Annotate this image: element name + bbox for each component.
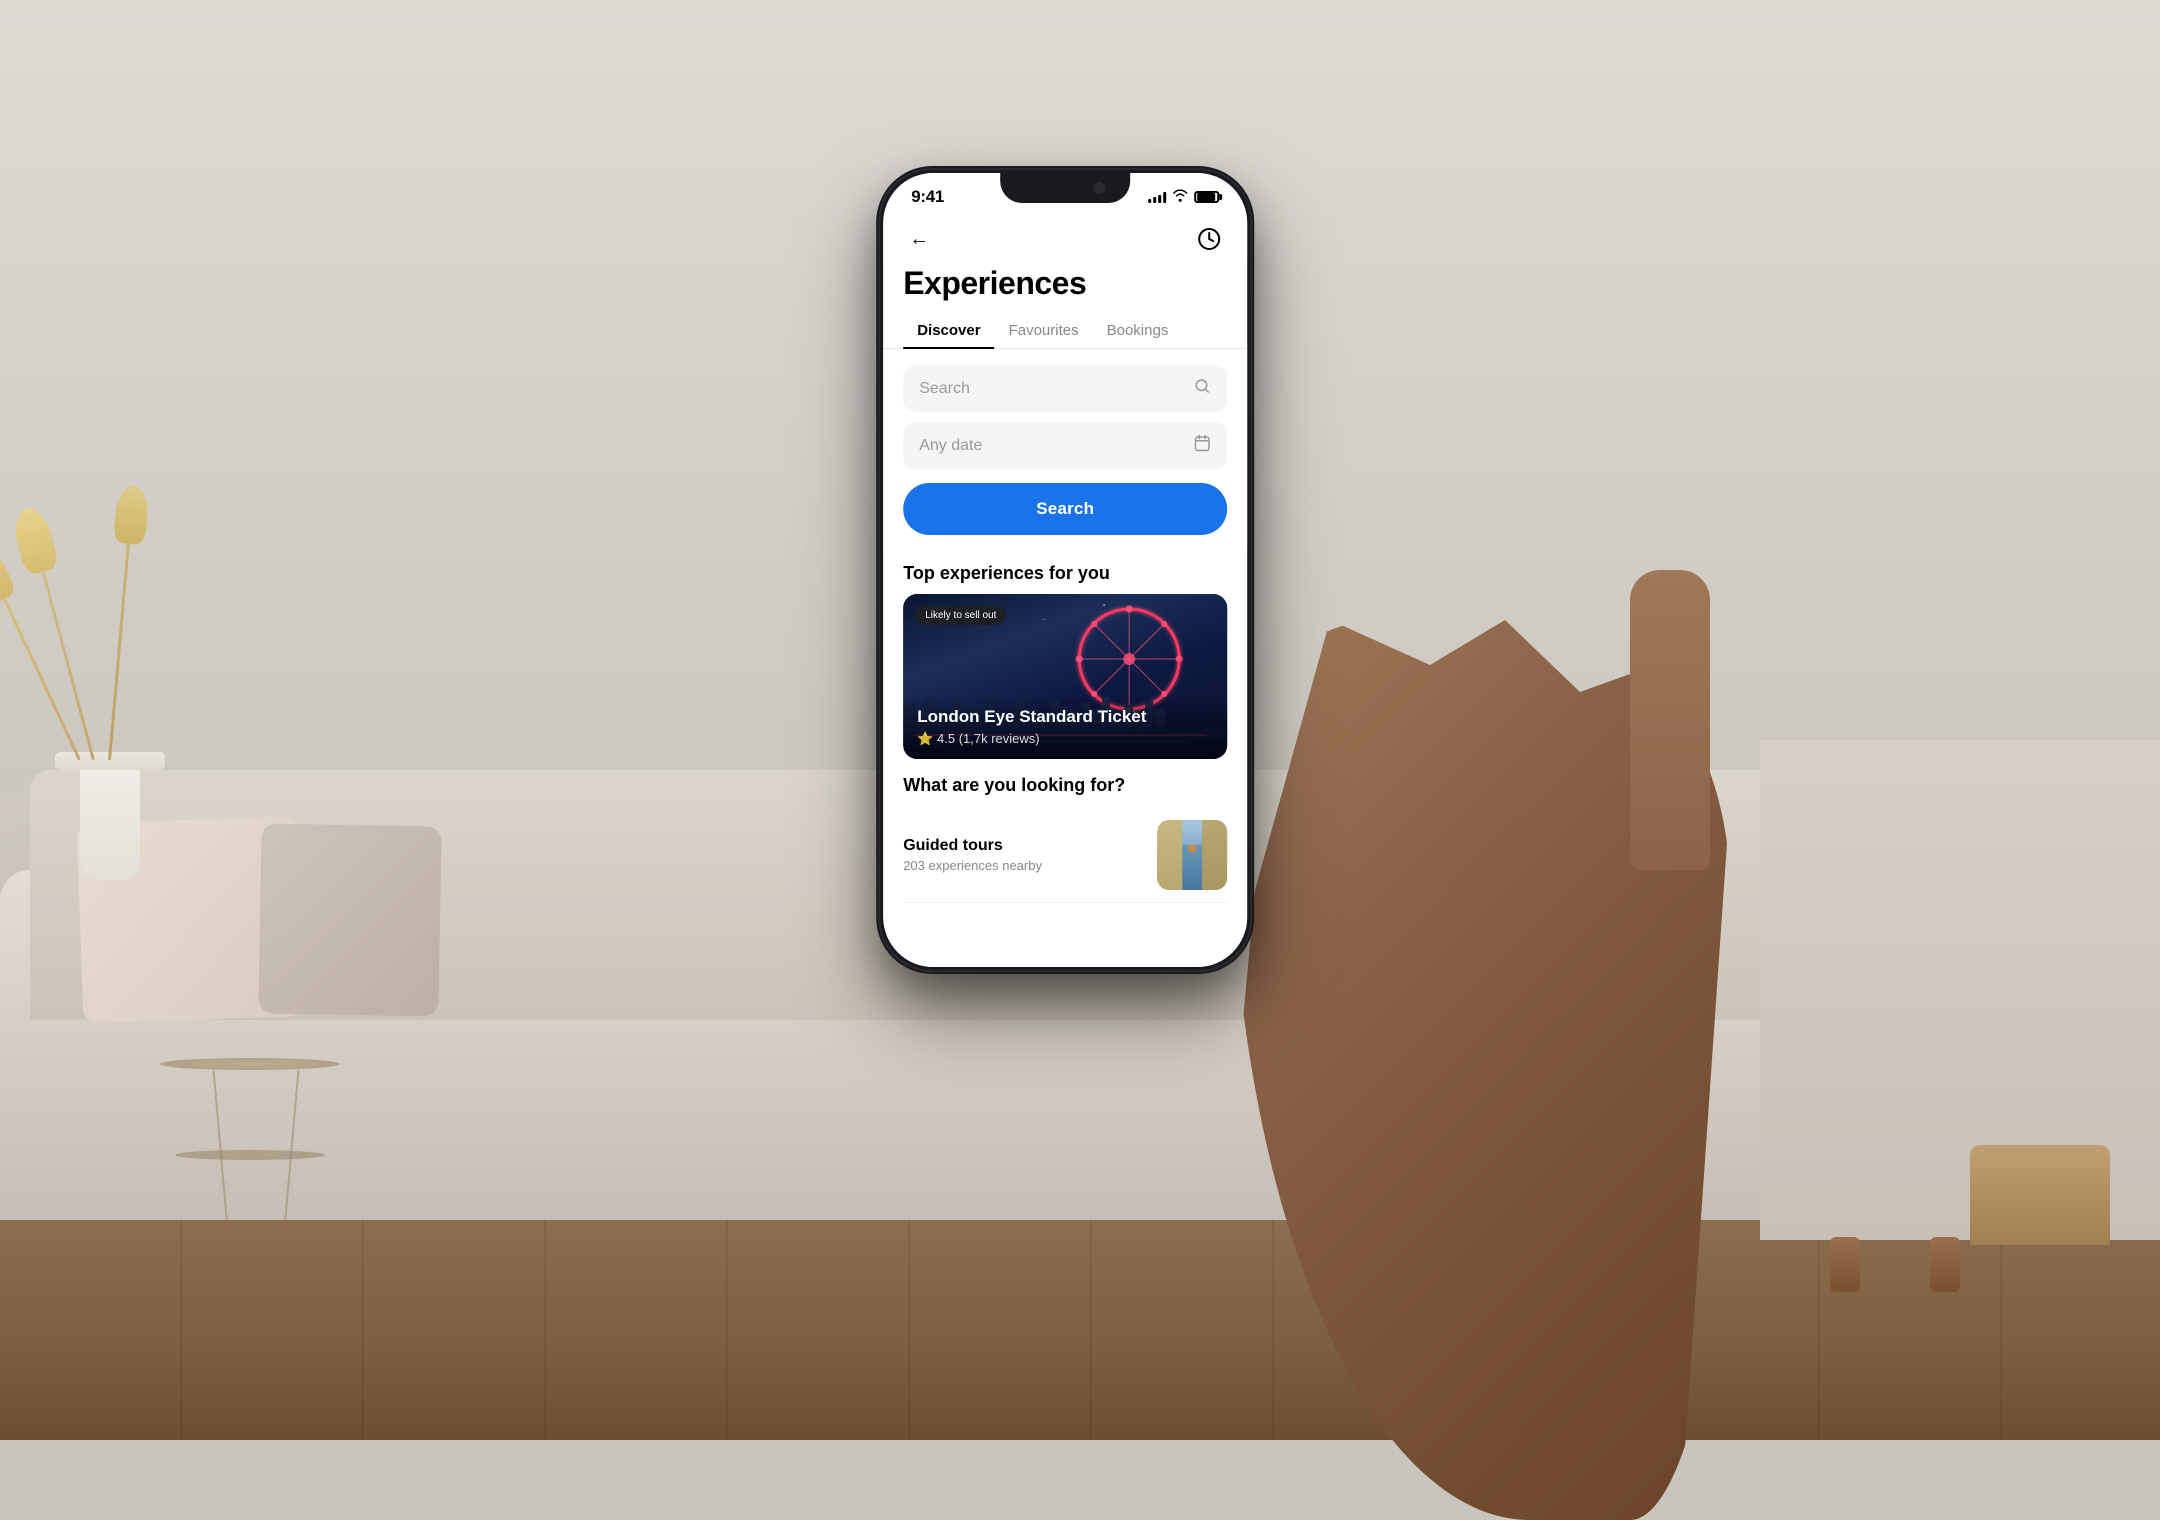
cushion-2	[258, 823, 441, 1016]
sky	[1182, 820, 1202, 845]
card-image: Likely to sell out London Eye Standard T…	[903, 594, 1227, 759]
date-placeholder: Any date	[919, 437, 1193, 455]
card-title: London Eye Standard Ticket	[917, 707, 1213, 727]
battery-fill	[1197, 193, 1215, 201]
building-right	[1202, 820, 1227, 890]
wifi-icon	[1172, 189, 1188, 205]
hand-phone-container: 9:41	[630, 120, 1530, 1320]
notch	[1000, 173, 1130, 203]
sell-out-badge: Likely to sell out	[915, 606, 1006, 625]
status-icons	[1148, 189, 1219, 205]
category-text: Guided tours 203 experiences nearby	[903, 837, 1157, 873]
search-button[interactable]: Search	[903, 483, 1227, 535]
category-image	[1157, 820, 1227, 890]
top-experiences-heading: Top experiences for you	[883, 547, 1247, 594]
experience-card[interactable]: Likely to sell out London Eye Standard T…	[903, 594, 1227, 759]
app-content: ← Experiences Discover Favourites B	[883, 213, 1247, 967]
date-input-wrapper[interactable]: Any date	[903, 422, 1227, 469]
battery-icon	[1194, 191, 1219, 203]
nav-bar: ←	[883, 213, 1247, 261]
sofa-leg-2	[1830, 1237, 1860, 1292]
nav-action-button[interactable]	[1191, 221, 1227, 257]
what-section: What are you looking for? Guided tours 2…	[883, 759, 1247, 913]
tab-discover[interactable]: Discover	[903, 314, 994, 349]
basket	[1970, 1145, 2110, 1245]
tabs-container: Discover Favourites Bookings	[883, 314, 1247, 349]
search-section: Search Any date	[883, 349, 1247, 547]
signal-icon	[1148, 191, 1166, 203]
back-button[interactable]: ←	[903, 223, 935, 255]
calendar-icon	[1193, 434, 1211, 457]
category-count: 203 experiences nearby	[903, 858, 1157, 873]
signal-bar-2	[1153, 197, 1156, 203]
search-icon	[1193, 377, 1211, 400]
signal-bar-4	[1163, 192, 1166, 203]
phone: 9:41	[880, 170, 1250, 970]
canal-bg	[1157, 820, 1227, 890]
search-placeholder: Search	[919, 380, 1193, 398]
rating-text: 4.5 (1,7k reviews)	[937, 731, 1040, 746]
signal-bar-3	[1158, 195, 1161, 203]
building-left	[1157, 820, 1182, 890]
star-icon: ⭐	[917, 731, 937, 746]
phone-screen: 9:41	[883, 173, 1247, 967]
search-input-wrapper[interactable]: Search	[903, 365, 1227, 412]
back-arrow-icon: ←	[909, 228, 929, 251]
refresh-icon	[1197, 227, 1221, 251]
tab-favourites[interactable]: Favourites	[995, 314, 1093, 349]
sofa-leg-1	[1930, 1237, 1960, 1292]
page-title: Experiences	[883, 261, 1247, 314]
notch-camera	[1093, 182, 1105, 194]
category-guided-tours[interactable]: Guided tours 203 experiences nearby	[903, 808, 1227, 903]
vase	[80, 760, 140, 880]
star-3	[1043, 619, 1044, 620]
what-heading: What are you looking for?	[903, 775, 1227, 796]
category-name: Guided tours	[903, 837, 1157, 855]
card-rating: ⭐ 4.5 (1,7k reviews)	[917, 731, 1213, 747]
table-top-2	[175, 1150, 325, 1160]
signal-bar-1	[1148, 199, 1151, 203]
tab-bookings[interactable]: Bookings	[1093, 314, 1183, 349]
status-time: 9:41	[911, 187, 944, 207]
table-top-1	[160, 1058, 340, 1070]
card-bottom: London Eye Standard Ticket ⭐ 4.5 (1,7k r…	[903, 695, 1227, 759]
